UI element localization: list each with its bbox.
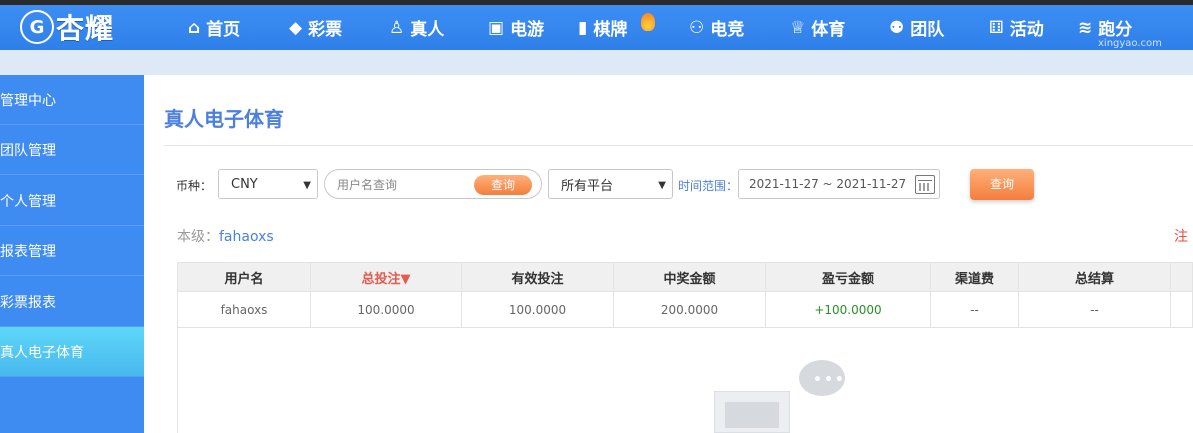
sidebar-item-label: 团队管理 (0, 142, 56, 159)
col-profit-loss[interactable]: 盈亏金额 (766, 263, 931, 291)
sidebar-item-lottery-report[interactable]: 彩票报表 (0, 277, 144, 327)
table-header: 用户名 总投注▼ 有效投注 中奖金额 盈亏金额 渠道费 总结算 (177, 262, 1193, 292)
chevron-down-icon: ▼ (303, 180, 311, 191)
sidebar-item-label: 管理中心 (0, 92, 56, 109)
username-search-input[interactable] (337, 176, 467, 194)
cell-total-settlement: -- (1019, 292, 1171, 327)
home-icon: ⌂ (188, 17, 201, 38)
currency-value: CNY (231, 176, 258, 192)
nav-chess-cards[interactable]: ▮ 棋牌 (578, 5, 627, 50)
nav-label: 电竞 (710, 20, 745, 40)
sidebar-item-label: 报表管理 (0, 243, 56, 260)
cell-profit-loss: +100.0000 (766, 292, 931, 327)
currency-label: 币种： (176, 179, 213, 193)
time-range-label: 时间范围： (678, 179, 739, 193)
nav-label: 电游 (510, 20, 545, 40)
trophy-icon: ♕ (790, 17, 806, 38)
username-search: 查询 (324, 169, 542, 199)
nav-label: 真人 (410, 20, 445, 40)
sidebar-item-management-center[interactable]: 管理中心 (0, 75, 144, 125)
empty-state-area (177, 328, 1193, 433)
level-label: 本级： (177, 229, 219, 245)
nav-slots[interactable]: ▣ 电游 (488, 5, 544, 50)
logo[interactable]: G 杏耀 (20, 7, 114, 47)
cell-channel-fee: -- (931, 292, 1019, 327)
col-username: 用户名 (178, 263, 311, 291)
sub-bar (0, 50, 1193, 75)
sidebar-item-personal-management[interactable]: 个人管理 (0, 176, 144, 226)
level-user-link[interactable]: fahaoxs (219, 229, 274, 245)
nav-label: 体育 (811, 20, 846, 40)
nav-label: 活动 (1009, 20, 1044, 40)
calendar-icon[interactable] (915, 175, 935, 194)
col-total-bet[interactable]: 总投注▼ (311, 263, 462, 291)
slot-icon: ▣ (488, 17, 505, 38)
sidebar-item-label: 彩票报表 (0, 294, 56, 311)
inline-search-button[interactable]: 查询 (474, 175, 532, 195)
nav-lottery[interactable]: ◆ 彩票 (289, 5, 342, 50)
nav-label: 首页 (206, 20, 241, 40)
col-channel-fee: 渠道费 (931, 263, 1019, 291)
team-icon: ⚉ (889, 17, 905, 38)
nav-sports[interactable]: ♕ 体育 (790, 5, 845, 50)
currency-select[interactable]: CNY ▼ (218, 169, 318, 199)
gift-icon: ⚅ (989, 17, 1004, 38)
cell-valid-bet: 100.0000 (462, 292, 614, 327)
sidebar-item-label: 真人电子体育 (0, 344, 84, 361)
logo-badge-icon: G (20, 10, 54, 44)
cell-username[interactable]: fahaoxs (178, 292, 311, 327)
hot-flame-icon (641, 13, 655, 31)
cell-winning-amount: 200.0000 (614, 292, 766, 327)
cell-total-bet: 100.0000 (311, 292, 462, 327)
card-icon: ▮ (578, 17, 588, 38)
table-row: fahaoxs 100.0000 100.0000 200.0000 +100.… (177, 292, 1193, 328)
nav-label: 跑分 (1098, 20, 1133, 40)
nav-live-dealer[interactable]: ♙ 真人 (389, 5, 444, 50)
nav-label: 团队 (910, 20, 945, 40)
sidebar-item-team-management[interactable]: 团队管理 (0, 125, 144, 175)
title-divider (164, 145, 1193, 146)
watermark: xingyao.com (1098, 38, 1162, 49)
page-title: 真人电子体育 (164, 107, 284, 131)
dealer-icon: ♙ (389, 17, 405, 38)
chevron-down-icon: ▼ (658, 180, 666, 191)
sidebar-item-report-management[interactable]: 报表管理 (0, 226, 144, 276)
query-button[interactable]: 查询 (970, 169, 1034, 200)
date-range-field[interactable]: 2021-11-27 ~ 2021-11-27 (738, 169, 940, 199)
gamepad-icon: ⚇ (689, 17, 705, 38)
sidebar-item-live-electronic-sports[interactable]: 真人电子体育 (0, 327, 144, 377)
empty-box-icon (714, 391, 790, 433)
level-indicator: 本级：fahaoxs (177, 226, 274, 246)
date-range-value: 2021-11-27 ~ 2021-11-27 (749, 177, 907, 191)
nav-esports[interactable]: ⚇ 电竞 (689, 5, 744, 50)
sidebar: 管理中心 团队管理 个人管理 报表管理 彩票报表 真人电子体育 (0, 75, 144, 433)
nav-home[interactable]: ⌂ 首页 (188, 5, 240, 50)
nav-team[interactable]: ⚉ 团队 (889, 5, 944, 50)
ticket-icon: ◆ (289, 17, 303, 38)
top-navbar: G 杏耀 ⌂ 首页 ◆ 彩票 ♙ 真人 ▣ 电游 ▮ 棋牌 ⚇ 电竞 ♕ 体育 … (0, 5, 1193, 50)
nav-label: 棋牌 (593, 20, 628, 40)
col-valid-bet[interactable]: 有效投注 (462, 263, 614, 291)
logo-text: 杏耀 (56, 12, 115, 45)
main-content: 真人电子体育 币种： CNY ▼ 查询 所有平台 ▼ 时间范围： 2021-11… (144, 75, 1193, 433)
platform-value: 所有平台 (561, 178, 614, 194)
col-total-settlement: 总结算 (1019, 263, 1171, 291)
run-icon: ≋ (1078, 17, 1093, 38)
platform-select[interactable]: 所有平台 ▼ (548, 169, 673, 199)
note-label: 注 (1174, 229, 1188, 245)
nav-label: 彩票 (308, 20, 343, 40)
ellipsis-icon: ••• (813, 372, 846, 388)
sidebar-item-label: 个人管理 (0, 193, 56, 210)
col-winning-amount[interactable]: 中奖金额 (614, 263, 766, 291)
nav-promotions[interactable]: ⚅ 活动 (989, 5, 1044, 50)
